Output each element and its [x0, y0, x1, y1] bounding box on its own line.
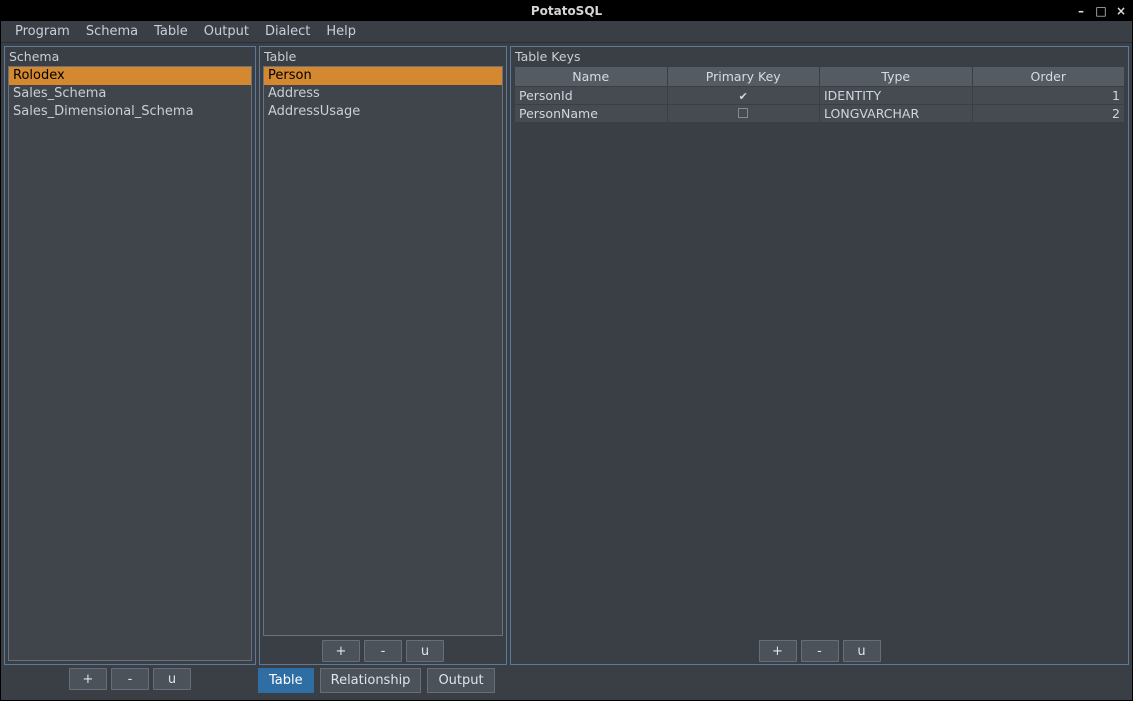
schema-item-sales[interactable]: Sales_Schema — [9, 85, 251, 103]
keys-grid[interactable]: Name Primary Key Type Order PersonId — [514, 66, 1125, 636]
right-column: Table Person Address AddressUsage + - u — [259, 46, 1129, 665]
menu-schema[interactable]: Schema — [78, 22, 146, 41]
schema-list[interactable]: Rolodex Sales_Schema Sales_Dimensional_S… — [8, 66, 252, 661]
schema-button-row: + - u — [69, 668, 191, 694]
app-window: PotatoSQL – □ × Program Schema Table Out… — [0, 0, 1133, 701]
keys-panel: Table Keys Name Primary Key — [510, 46, 1129, 665]
keys-cell-type[interactable]: LONGVARCHAR — [820, 105, 973, 123]
checkbox-on-icon: ✔ — [739, 91, 748, 102]
keys-col-primary[interactable]: Primary Key — [667, 67, 820, 87]
upper-row: Schema Rolodex Sales_Schema Sales_Dimens… — [4, 46, 1129, 665]
keys-cell-order[interactable]: 1 — [972, 87, 1125, 105]
keys-add-button[interactable]: + — [759, 640, 797, 662]
keys-col-type[interactable]: Type — [820, 67, 973, 87]
schema-update-button[interactable]: u — [153, 668, 191, 690]
table-panel: Table Person Address AddressUsage + - u — [259, 46, 507, 665]
tab-table[interactable]: Table — [258, 668, 314, 693]
keys-cell-name[interactable]: PersonName — [515, 105, 668, 123]
schema-column: Schema Rolodex Sales_Schema Sales_Dimens… — [4, 46, 256, 665]
titlebar: PotatoSQL – □ × — [1, 1, 1132, 21]
schema-panel: Schema Rolodex Sales_Schema Sales_Dimens… — [4, 46, 256, 665]
window-controls: – □ × — [1074, 1, 1128, 21]
right-upper: Table Person Address AddressUsage + - u — [259, 46, 1129, 665]
window-title: PotatoSQL — [531, 4, 602, 18]
table-item-addressusage[interactable]: AddressUsage — [264, 103, 502, 121]
keys-update-button[interactable]: u — [843, 640, 881, 662]
tab-output[interactable]: Output — [427, 668, 494, 693]
keys-grid-empty-area — [514, 123, 1125, 636]
schema-panel-title: Schema — [5, 47, 255, 66]
tab-relationship[interactable]: Relationship — [320, 668, 422, 693]
menu-output[interactable]: Output — [196, 22, 257, 41]
table-list[interactable]: Person Address AddressUsage — [263, 66, 503, 636]
keys-cell-order[interactable]: 2 — [972, 105, 1125, 123]
table-item-address[interactable]: Address — [264, 85, 502, 103]
close-icon[interactable]: × — [1114, 4, 1128, 18]
maximize-icon[interactable]: □ — [1094, 4, 1108, 18]
checkbox-off-icon — [738, 108, 748, 118]
table-item-person[interactable]: Person — [264, 67, 502, 85]
keys-cell-type[interactable]: IDENTITY — [820, 87, 973, 105]
keys-remove-button[interactable]: - — [801, 640, 839, 662]
table-button-row: + - u — [260, 636, 506, 664]
menu-program[interactable]: Program — [7, 22, 78, 41]
schema-add-button[interactable]: + — [69, 668, 107, 690]
menu-help[interactable]: Help — [318, 22, 364, 41]
table-remove-button[interactable]: - — [364, 640, 402, 662]
keys-col-name[interactable]: Name — [515, 67, 668, 87]
menu-table[interactable]: Table — [146, 22, 196, 41]
table-update-button[interactable]: u — [406, 640, 444, 662]
menubar: Program Schema Table Output Dialect Help — [1, 21, 1132, 43]
keys-row[interactable]: PersonId ✔ IDENTITY 1 — [515, 87, 1125, 105]
schema-item-rolodex[interactable]: Rolodex — [9, 67, 251, 85]
keys-cell-primary[interactable] — [667, 105, 820, 123]
keys-panel-title: Table Keys — [511, 47, 1128, 66]
bottom-row: + - u Table Relationship Output — [4, 668, 1129, 697]
keys-header-row: Name Primary Key Type Order — [515, 67, 1125, 87]
keys-cell-primary[interactable]: ✔ — [667, 87, 820, 105]
keys-button-row: + - u — [511, 636, 1128, 664]
content-area: Schema Rolodex Sales_Schema Sales_Dimens… — [1, 43, 1132, 700]
tab-row: Table Relationship Output — [256, 668, 497, 697]
keys-row[interactable]: PersonName LONGVARCHAR 2 — [515, 105, 1125, 123]
menu-dialect[interactable]: Dialect — [257, 22, 318, 41]
keys-cell-name[interactable]: PersonId — [515, 87, 668, 105]
minimize-icon[interactable]: – — [1074, 4, 1088, 18]
schema-item-sales-dim[interactable]: Sales_Dimensional_Schema — [9, 103, 251, 121]
schema-button-row-wrap: + - u — [4, 668, 256, 694]
schema-remove-button[interactable]: - — [111, 668, 149, 690]
table-add-button[interactable]: + — [322, 640, 360, 662]
keys-col-order[interactable]: Order — [972, 67, 1125, 87]
table-panel-title: Table — [260, 47, 506, 66]
